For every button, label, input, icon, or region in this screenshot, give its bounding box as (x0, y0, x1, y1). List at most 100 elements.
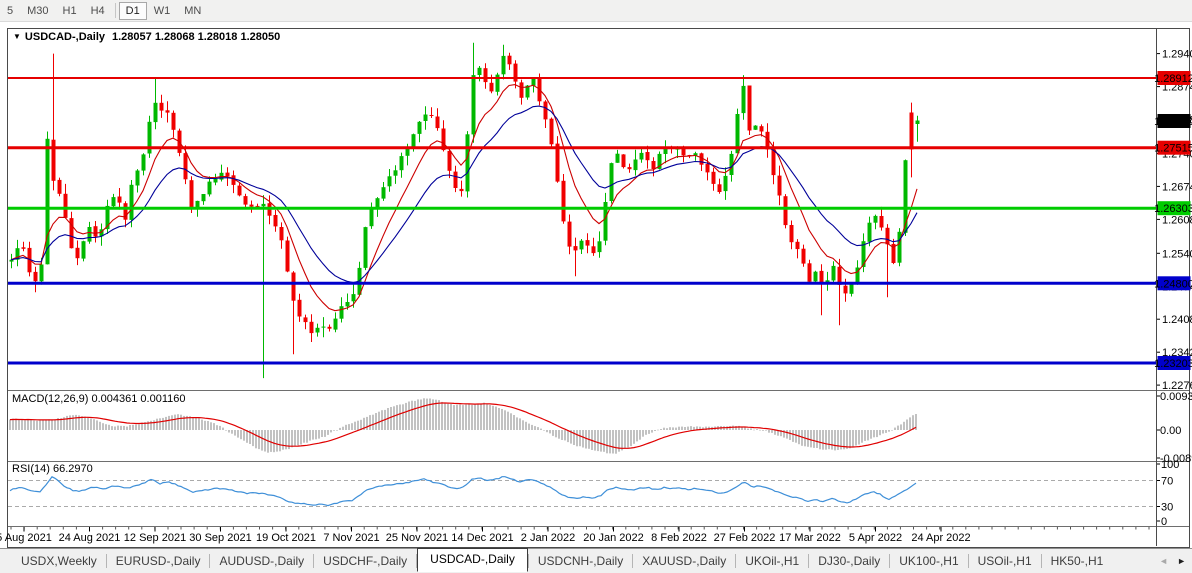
rsi-tick-label: 100 (1161, 459, 1179, 471)
macd-histogram-bar (261, 430, 263, 451)
chart-dropdown-icon[interactable]: ▼ (13, 32, 21, 41)
tab-usoil-h1[interactable]: USOil-,H1 (969, 551, 1041, 571)
candle (280, 227, 284, 240)
timeframe-button-d1[interactable]: D1 (119, 2, 147, 20)
tab-eurusd-daily[interactable]: EURUSD-,Daily (107, 551, 210, 571)
timeframe-button-m30[interactable]: M30 (20, 2, 55, 20)
candle (196, 201, 200, 208)
date-label: 24 Aug 2021 (59, 532, 121, 544)
macd-histogram-bar (747, 429, 749, 430)
macd-histogram-bar (441, 402, 443, 430)
macd-histogram-bar (558, 430, 560, 439)
macd-histogram-bar (357, 421, 359, 430)
tab-usdcnh-daily[interactable]: USDCNH-,Daily (529, 551, 632, 571)
tab-xauusd-daily[interactable]: XAUUSD-,Daily (633, 551, 735, 571)
macd-histogram-bar (666, 428, 668, 430)
macd-histogram-bar (348, 424, 350, 430)
macd-histogram-bar (798, 430, 800, 444)
candle (250, 205, 254, 207)
macd-histogram-bar (906, 420, 908, 431)
chart-ohlc-values: 1.28057 1.28068 1.28018 1.28050 (112, 31, 280, 43)
macd-histogram-bar (300, 430, 302, 445)
price-tick-label: 1.26080 (1162, 214, 1192, 226)
macd-histogram-bar (195, 417, 197, 430)
tab-scroll-arrows: ◄► (1159, 556, 1192, 566)
macd-histogram-bar (606, 430, 608, 453)
candle (652, 161, 656, 169)
macd-histogram-bar (792, 430, 794, 442)
tab-usdchf-daily[interactable]: USDCHF-,Daily (314, 551, 416, 571)
tab-usdcad-daily[interactable]: USDCAD-,Daily (417, 548, 528, 572)
price-tick-label: 1.26740 (1162, 181, 1192, 193)
tab-hk50-h1[interactable]: HK50-,H1 (1042, 551, 1113, 571)
tab-scroll-left-icon[interactable]: ◄ (1159, 556, 1168, 566)
candle (118, 197, 122, 203)
macd-histogram-bar (612, 430, 614, 454)
candle (46, 139, 50, 264)
macd-histogram-bar (813, 430, 815, 448)
macd-histogram-bar (243, 430, 245, 441)
timeframe-button-5[interactable]: 5 (0, 2, 20, 20)
candle (202, 194, 206, 201)
candle (136, 171, 140, 186)
macd-histogram-bar (663, 428, 665, 430)
macd-histogram-bar (687, 427, 689, 430)
candle (706, 164, 710, 173)
candle (190, 180, 194, 208)
macd-histogram-bar (657, 430, 659, 431)
macd-histogram-bar (648, 430, 650, 434)
macd-histogram-bar (537, 427, 539, 430)
macd-histogram-bar (105, 424, 107, 430)
macd-histogram-bar (294, 430, 296, 446)
macd-histogram-bar (672, 427, 674, 430)
macd-histogram-bar (867, 430, 869, 440)
macd-histogram-bar (258, 430, 260, 449)
macd-histogram-bar (462, 405, 464, 430)
candle (430, 115, 434, 116)
macd-histogram-bar (27, 419, 29, 430)
candle (238, 186, 242, 196)
tab-uk100-h1[interactable]: UK100-,H1 (890, 551, 967, 571)
macd-histogram-bar (90, 419, 92, 430)
macd-histogram-bar (423, 398, 425, 430)
macd-histogram-bar (45, 420, 47, 430)
macd-histogram-bar (135, 425, 137, 431)
timeframe-button-h4[interactable]: H4 (84, 2, 112, 20)
candle (586, 240, 590, 246)
macd-histogram-bar (615, 430, 617, 454)
macd-histogram-bar (117, 426, 119, 430)
macd-histogram-bar (549, 430, 551, 433)
candle (622, 154, 626, 167)
macd-histogram-bar (354, 422, 356, 430)
candle (472, 75, 476, 134)
macd-histogram-bar (759, 430, 761, 431)
candle (226, 173, 230, 177)
macd-histogram-bar (546, 430, 548, 432)
macd-histogram-bar (402, 404, 404, 430)
candle (640, 153, 644, 160)
tab-usdx-weekly[interactable]: USDX,Weekly (12, 551, 106, 571)
macd-histogram-bar (180, 415, 182, 430)
timeframe-button-w1[interactable]: W1 (147, 2, 178, 20)
timeframe-button-mn[interactable]: MN (177, 2, 208, 20)
macd-histogram-bar (645, 430, 647, 435)
macd-histogram-bar (555, 430, 557, 437)
tab-scroll-right-icon[interactable]: ► (1177, 556, 1186, 566)
macd-histogram-bar (684, 427, 686, 430)
macd-histogram-bar (564, 430, 566, 440)
macd-histogram-bar (864, 430, 866, 441)
chart-canvas[interactable]: 1.294001.287401.280801.274001.267401.260… (0, 0, 1192, 548)
macd-histogram-bar (744, 428, 746, 431)
candle (154, 103, 158, 122)
tab-ukoil-h1[interactable]: UKOil-,H1 (736, 551, 808, 571)
candle (904, 160, 908, 233)
tab-dj30-daily[interactable]: DJ30-,Daily (809, 551, 889, 571)
macd-histogram-bar (207, 421, 209, 430)
tab-audusd-daily[interactable]: AUDUSD-,Daily (210, 551, 313, 571)
macd-histogram-bar (489, 405, 491, 430)
macd-histogram-bar (138, 424, 140, 430)
macd-histogram-bar (255, 430, 257, 448)
timeframe-button-h1[interactable]: H1 (56, 2, 84, 20)
macd-histogram-bar (72, 415, 74, 430)
macd-histogram-bar (477, 404, 479, 431)
